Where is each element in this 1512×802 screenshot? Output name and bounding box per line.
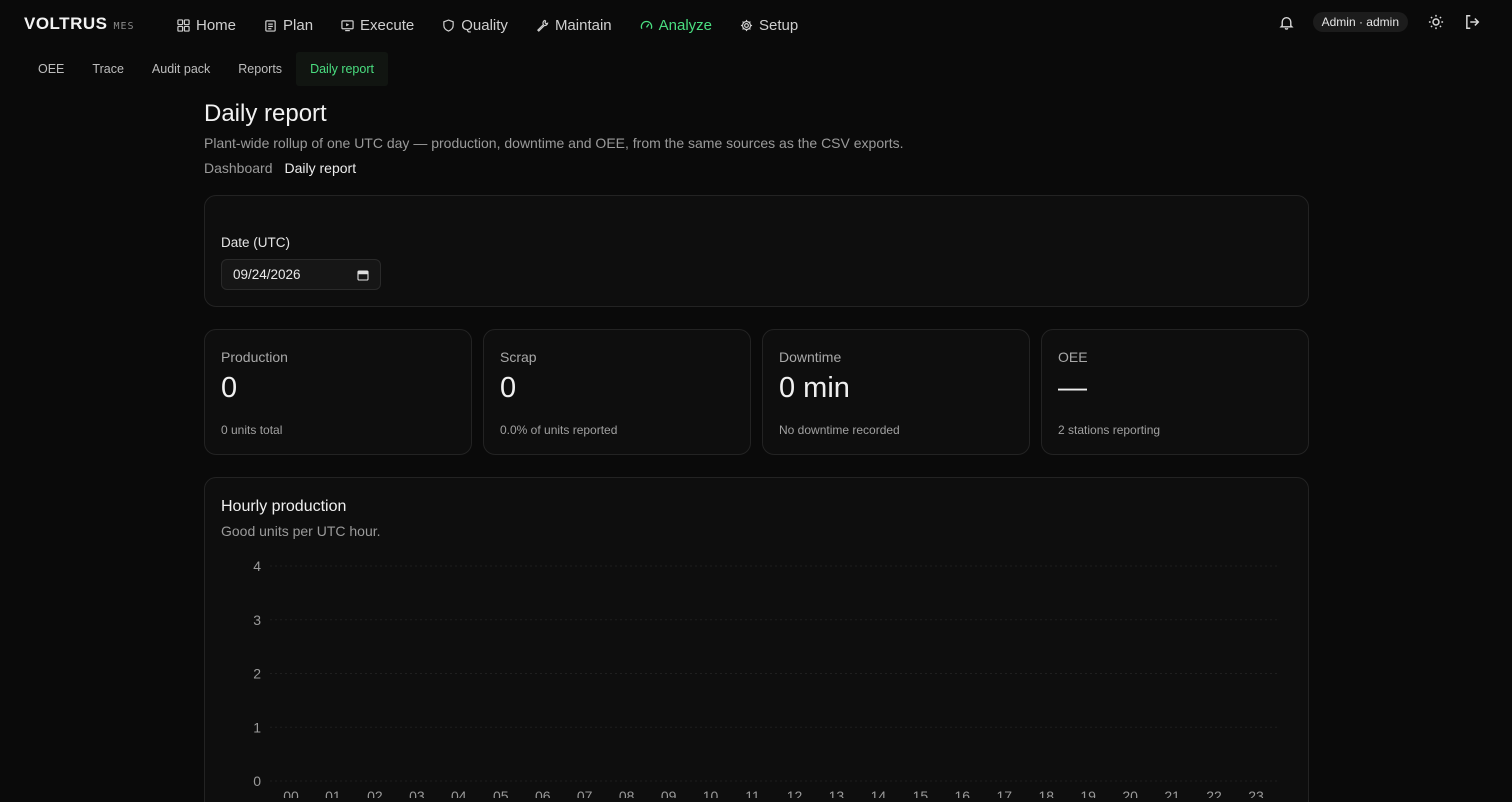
main-nav: Home Plan Execute Quality Maintain Analy… bbox=[177, 17, 826, 34]
x-tick-label: 04 bbox=[451, 788, 467, 798]
x-tick-label: 17 bbox=[996, 788, 1012, 798]
stat-label: OEE bbox=[1058, 349, 1088, 365]
monitor-play-icon bbox=[341, 20, 354, 32]
nav-maintain[interactable]: Maintain bbox=[536, 17, 612, 34]
stat-sub: 0 units total bbox=[221, 423, 283, 437]
gear-icon bbox=[740, 19, 753, 32]
x-tick-label: 15 bbox=[913, 788, 929, 798]
x-tick-label: 19 bbox=[1080, 788, 1096, 798]
brand-sub: MES bbox=[113, 21, 135, 32]
tab-reports[interactable]: Reports bbox=[224, 52, 296, 86]
stat-card-downtime: Downtime 0 min No downtime recorded bbox=[762, 329, 1030, 455]
x-tick-label: 03 bbox=[409, 788, 425, 798]
x-tick-label: 14 bbox=[871, 788, 887, 798]
x-tick-label: 21 bbox=[1164, 788, 1180, 798]
brand-logo[interactable]: VOLTRUS MES bbox=[24, 14, 135, 34]
x-tick-label: 07 bbox=[577, 788, 593, 798]
theme-toggle-button[interactable] bbox=[1426, 12, 1446, 32]
hourly-production-card: Hourly production Good units per UTC hou… bbox=[204, 477, 1309, 802]
x-tick-label: 05 bbox=[493, 788, 509, 798]
breadcrumb-dashboard[interactable]: Dashboard bbox=[204, 160, 273, 176]
shield-icon bbox=[443, 19, 454, 32]
tab-trace[interactable]: Trace bbox=[78, 52, 138, 86]
calendar-icon[interactable] bbox=[357, 269, 369, 281]
stat-value: — bbox=[1058, 372, 1087, 404]
stat-value: 0 bbox=[221, 372, 238, 404]
hourly-production-chart: 0123400 01 02 03 04 05 06 07 08 09 10 11 12 13 14 15 16 1… bbox=[253, 558, 1277, 798]
x-tick-label: 01 bbox=[325, 788, 341, 798]
x-tick-label: 00 bbox=[283, 788, 299, 798]
nav-execute[interactable]: Execute bbox=[341, 17, 414, 34]
wrench-icon bbox=[536, 19, 549, 32]
nav-home[interactable]: Home bbox=[177, 17, 236, 34]
y-tick-label: 1 bbox=[253, 719, 261, 735]
breadcrumb-daily-report: Daily report bbox=[284, 160, 357, 176]
nav-maintain-label: Maintain bbox=[554, 17, 612, 34]
stat-value: 0 min bbox=[779, 372, 850, 404]
date-value: 09/24/2026 bbox=[233, 267, 301, 282]
logout-button[interactable] bbox=[1462, 12, 1482, 32]
sun-icon bbox=[1428, 14, 1444, 30]
x-tick-label: 06 bbox=[535, 788, 551, 798]
page-title: Daily report bbox=[204, 100, 327, 127]
y-tick-label: 0 bbox=[253, 773, 261, 789]
stat-card-oee: OEE — 2 stations reporting bbox=[1041, 329, 1309, 455]
tab-daily-report[interactable]: Daily report bbox=[296, 52, 388, 86]
sub-nav: OEE Trace Audit pack Reports Daily repor… bbox=[24, 52, 388, 86]
notifications-button[interactable] bbox=[1277, 12, 1297, 32]
x-tick-label: 11 bbox=[745, 788, 760, 798]
stat-sub: 0.0% of units reported bbox=[500, 423, 618, 437]
nav-plan-label: Plan bbox=[283, 17, 314, 34]
date-label: Date (UTC) bbox=[221, 235, 291, 250]
main-content: Daily report Plant-wide rollup of one UT… bbox=[204, 96, 1309, 802]
y-tick-label: 2 bbox=[253, 666, 261, 682]
user-chip[interactable]: Admin · admin bbox=[1312, 12, 1408, 32]
y-tick-label: 3 bbox=[253, 612, 261, 628]
stat-card-scrap: Scrap 0 0.0% of units reported bbox=[483, 329, 751, 455]
stat-label: Production bbox=[221, 349, 288, 365]
clipboard-icon bbox=[265, 20, 276, 32]
nav-setup-label: Setup bbox=[759, 17, 799, 34]
brand-name: VOLTRUS bbox=[24, 14, 108, 33]
x-tick-label: 18 bbox=[1038, 788, 1054, 798]
stat-card-production: Production 0 0 units total bbox=[204, 329, 472, 455]
x-tick-label: 10 bbox=[703, 788, 719, 798]
date-input[interactable]: 09/24/2026 bbox=[221, 259, 381, 290]
x-tick-label: 22 bbox=[1206, 788, 1222, 798]
nav-analyze-label: Analyze bbox=[658, 17, 713, 34]
stat-sub: 2 stations reporting bbox=[1058, 423, 1161, 437]
nav-home-label: Home bbox=[196, 17, 237, 34]
date-filter-card: Date (UTC) 09/24/2026 bbox=[204, 195, 1309, 307]
nav-quality-label: Quality bbox=[461, 17, 508, 34]
nav-analyze[interactable]: Analyze bbox=[640, 17, 712, 34]
x-tick-label: 12 bbox=[787, 788, 803, 798]
tab-audit-pack[interactable]: Audit pack bbox=[138, 52, 224, 86]
stat-label: Scrap bbox=[500, 349, 537, 365]
bell-icon bbox=[1279, 16, 1294, 30]
stat-label: Downtime bbox=[779, 349, 842, 365]
stat-sub: No downtime recorded bbox=[779, 423, 900, 437]
tab-oee[interactable]: OEE bbox=[24, 52, 78, 86]
stats-row: Production 0 0 units total Scrap 0 0.0% … bbox=[204, 329, 1309, 455]
nav-plan[interactable]: Plan bbox=[264, 17, 313, 34]
header-tools: Admin · admin bbox=[1277, 12, 1482, 32]
nav-quality[interactable]: Quality bbox=[442, 17, 508, 34]
stat-value: 0 bbox=[500, 372, 517, 404]
x-tick-label: 02 bbox=[367, 788, 383, 798]
top-bar: VOLTRUS MES Home Plan Execute Quality Ma… bbox=[0, 0, 1512, 52]
x-tick-label: 16 bbox=[955, 788, 971, 798]
gauge-icon bbox=[640, 20, 652, 30]
nav-setup[interactable]: Setup bbox=[740, 17, 798, 34]
x-tick-label: 13 bbox=[829, 788, 845, 798]
grid-icon bbox=[177, 19, 190, 32]
nav-execute-label: Execute bbox=[360, 17, 415, 34]
x-tick-label: 23 bbox=[1248, 788, 1264, 798]
x-tick-label: 08 bbox=[619, 788, 635, 798]
y-tick-label: 4 bbox=[253, 558, 261, 574]
breadcrumb: Dashboard Daily report bbox=[204, 160, 1309, 176]
page-description: Plant-wide rollup of one UTC day — produ… bbox=[204, 135, 904, 151]
x-tick-label: 20 bbox=[1122, 788, 1138, 798]
x-tick-label: 09 bbox=[661, 788, 677, 798]
logout-icon bbox=[1466, 14, 1480, 30]
